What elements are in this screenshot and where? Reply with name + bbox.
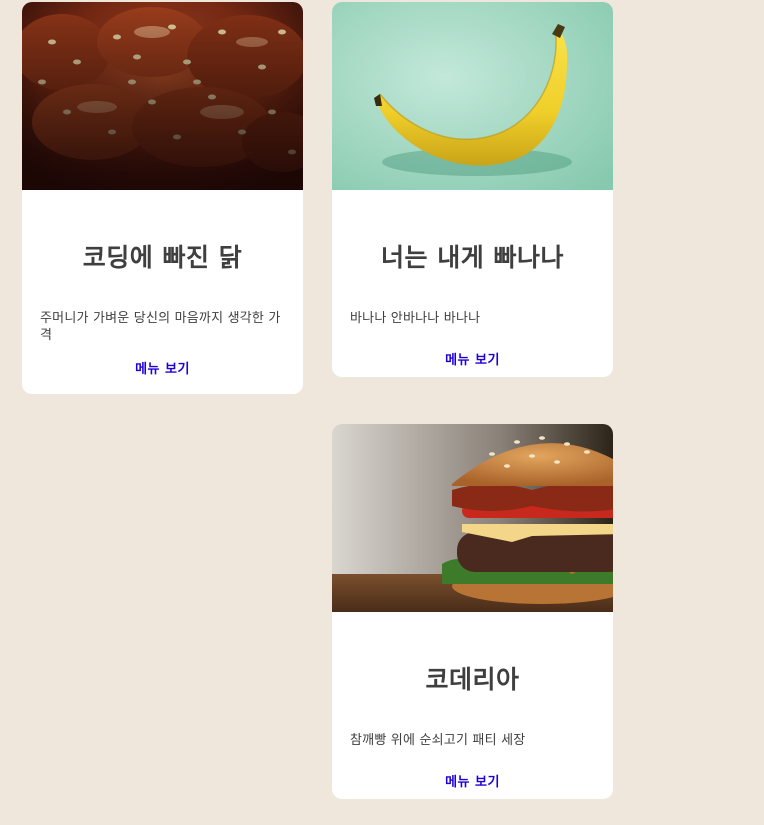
menu-card-burger: 코데리아 참깨빵 위에 순쇠고기 패티 세장 메뉴 보기 bbox=[332, 424, 613, 799]
menu-title: 코데리아 bbox=[425, 665, 520, 694]
burger-image bbox=[332, 424, 613, 612]
menu-description: 참깨빵 위에 순쇠고기 패티 세장 bbox=[350, 733, 526, 748]
menu-card-chicken: 코딩에 빠진 닭 주머니가 가벼운 당신의 마음까지 생각한 가격 메뉴 보기 bbox=[22, 2, 303, 394]
menu-card-banana: 너는 내게 빠나나 바나나 안바나나 바나나 메뉴 보기 bbox=[332, 2, 613, 377]
view-menu-link[interactable]: 메뉴 보기 bbox=[445, 349, 500, 368]
menu-description: 바나나 안바나나 바나나 bbox=[350, 311, 481, 326]
menu-title: 너는 내게 빠나나 bbox=[381, 243, 564, 272]
banana-image bbox=[332, 2, 613, 190]
view-menu-link[interactable]: 메뉴 보기 bbox=[135, 358, 190, 377]
view-menu-link[interactable]: 메뉴 보기 bbox=[445, 771, 500, 790]
menu-description: 주머니가 가벼운 당신의 마음까지 생각한 가격 bbox=[40, 311, 281, 343]
menu-title: 코딩에 빠진 닭 bbox=[82, 243, 243, 272]
chicken-image bbox=[22, 2, 303, 190]
